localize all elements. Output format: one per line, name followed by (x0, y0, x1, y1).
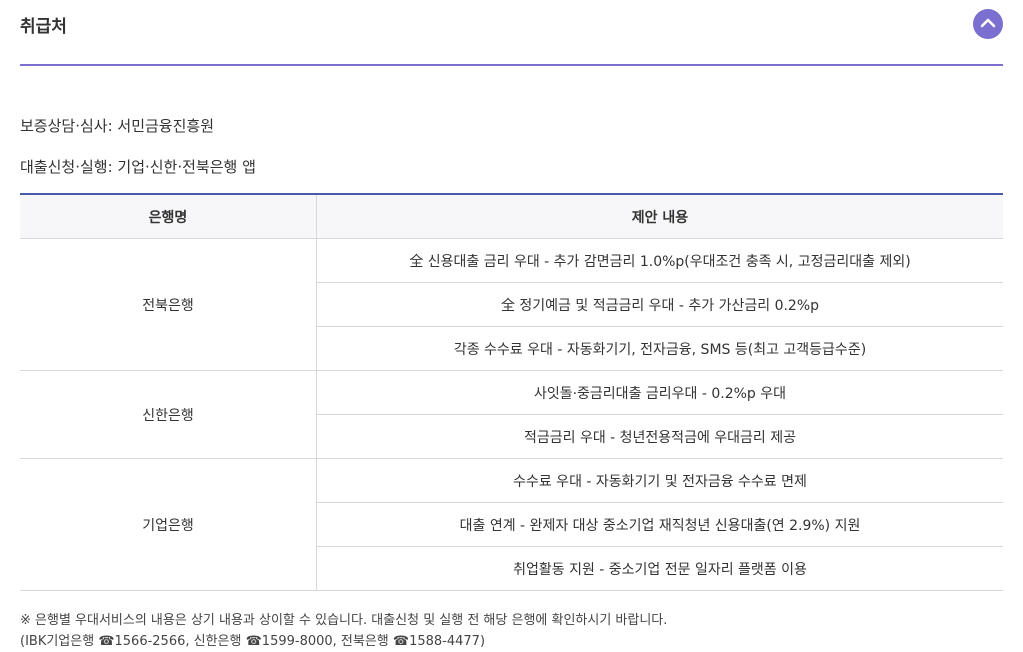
table-row: 전북은행 全 신용대출 금리 우대 - 추가 감면금리 1.0%p(우대조건 충… (20, 238, 1003, 371)
institution-info: 보증상담·심사: 서민금융진흥원 대출신청·실행: 기업·신한·전북은행 앱 (20, 116, 1003, 177)
bank-benefits-table: 은행명 제안 내용 전북은행 全 신용대출 금리 우대 - 추가 감면금리 1.… (20, 193, 1003, 591)
header-bank-name: 은행명 (20, 194, 317, 239)
offer-cell: 수수료 우대 - 자동화기기 및 전자금융 수수료 면제 (316, 458, 1003, 503)
institutions-section: 취급처 보증상담·심사: 서민금융진흥원 대출신청·실행: 기업·신한·전북은행… (20, 0, 1003, 652)
footnote-disclaimer: ※ 은행별 우대서비스의 내용은 상기 내용과 상이할 수 있습니다. 대출신청… (20, 613, 668, 628)
footnote: ※ 은행별 우대서비스의 내용은 상기 내용과 상이할 수 있습니다. 대출신청… (20, 610, 1003, 652)
bank-name-shinhan: 신한은행 (20, 370, 317, 459)
offer-cell: 全 신용대출 금리 우대 - 추가 감면금리 1.0%p(우대조건 충족 시, … (316, 238, 1003, 283)
table-row: 기업은행 수수료 우대 - 자동화기기 및 전자금융 수수료 면제 (20, 458, 1003, 591)
header-offer: 제안 내용 (316, 194, 1003, 239)
bank-name-jeonbuk: 전북은행 (20, 238, 317, 371)
loan-info: 대출신청·실행: 기업·신한·전북은행 앱 (20, 158, 256, 176)
section-header: 취급처 (20, 0, 1003, 66)
offer-cell: 全 정기예금 및 적금금리 우대 - 추가 가산금리 0.2%p (316, 282, 1003, 327)
bank-name-ibk: 기업은행 (20, 458, 317, 591)
offer-cell: 사잇돌·중금리대출 금리우대 - 0.2%p 우대 (316, 370, 1003, 415)
collapse-toggle-button[interactable] (973, 9, 1003, 39)
chevron-up-icon (980, 18, 996, 28)
offer-cell: 대출 연계 - 완제자 대상 중소기업 재직청년 신용대출(연 2.9%) 지원 (316, 502, 1003, 547)
table-header-row: 은행명 제안 내용 (20, 194, 1003, 239)
section-title: 취급처 (20, 17, 67, 37)
table-row: 신한은행 사잇돌·중금리대출 금리우대 - 0.2%p 우대 (20, 370, 1003, 459)
offer-cell: 취업활동 지원 - 중소기업 전문 일자리 플랫폼 이용 (316, 546, 1003, 591)
guarantee-info: 보증상담·심사: 서민금융진흥원 (20, 117, 214, 135)
footnote-contacts: (IBK기업은행 ☎1566-2566, 신한은행 ☎1599-8000, 전북… (20, 634, 486, 649)
offer-cell: 적금금리 우대 - 청년전용적금에 우대금리 제공 (316, 414, 1003, 459)
offer-cell: 각종 수수료 우대 - 자동화기기, 전자금융, SMS 등(최고 고객등급수준… (316, 326, 1003, 371)
